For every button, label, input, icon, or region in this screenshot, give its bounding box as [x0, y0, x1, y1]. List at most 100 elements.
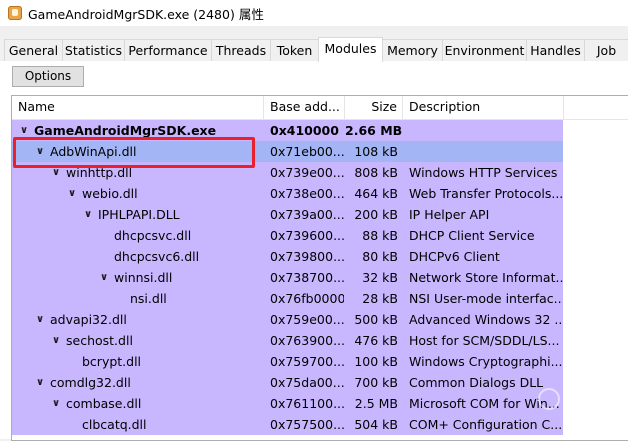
- module-name: GameAndroidMgrSDK.exe: [34, 123, 217, 138]
- module-base-address: 0x759e00...: [270, 312, 344, 327]
- table-row[interactable]: ∨ comdlg32.dll 0x75da00... 700 kB Common Dia…: [12, 372, 628, 393]
- tab-handles[interactable]: Handles: [526, 39, 585, 61]
- module-base-address: 0x71eb00...: [270, 144, 344, 159]
- chevron-down-icon[interactable]: ∨: [34, 309, 46, 330]
- module-description: DHCPv6 Client: [409, 249, 500, 264]
- table-row[interactable]: ∨ IPHLPAPI.DLL 0x739a00... 200 kB IP Helper …: [12, 204, 628, 225]
- tab-modules[interactable]: Modules: [318, 37, 383, 62]
- table-row[interactable]: dhcpcsvc6.dll 0x739800... 80 kB DHCPv6 Clie…: [12, 246, 628, 267]
- table-row[interactable]: ∨ winhttp.dll 0x739e00... 808 kB Windows HTT…: [12, 162, 628, 183]
- module-size: 88 kB: [362, 228, 398, 243]
- module-base-address: 0x757500...: [270, 417, 344, 432]
- table-row[interactable]: ∨ winnsi.dll 0x738700... 32 kB Network Store…: [12, 267, 628, 288]
- column-header-name[interactable]: Name: [12, 96, 263, 119]
- module-description: IP Helper API: [409, 207, 490, 222]
- module-name: clbcatq.dll: [82, 417, 147, 432]
- module-name: advapi32.dll: [50, 312, 127, 327]
- module-description: [409, 120, 563, 141]
- column-header-base-address[interactable]: Base add...: [264, 96, 344, 119]
- table-row[interactable]: clbcatq.dll 0x757500... 504 kB COM+ Configu…: [12, 414, 628, 435]
- module-size: 476 kB: [354, 333, 398, 348]
- module-base-address: 0x76fb0000: [270, 291, 344, 306]
- module-description: Windows HTTP Services: [409, 165, 558, 180]
- tab-statistics[interactable]: Statistics: [62, 39, 125, 61]
- table-row[interactable]: bcrypt.dll 0x759700... 100 kB Windows Crypt…: [12, 351, 628, 372]
- tab-general[interactable]: General: [4, 39, 63, 61]
- tab-token[interactable]: Token: [270, 39, 319, 61]
- column-divider[interactable]: [563, 96, 564, 119]
- tab-memory[interactable]: Memory: [382, 39, 443, 61]
- module-name: combase.dll: [66, 396, 142, 411]
- module-size: 28 kB: [362, 291, 398, 306]
- module-base-address: 0x739a00...: [270, 207, 344, 222]
- module-base-address: 0x738700...: [270, 270, 344, 285]
- module-size: 2.66 MB: [345, 123, 402, 138]
- modules-list[interactable]: Name Base add... Size Description ∨ GameA…: [11, 95, 628, 441]
- module-size: 700 kB: [354, 375, 398, 390]
- module-description: Advanced Windows 32 ...: [409, 312, 563, 327]
- column-header-size[interactable]: Size: [345, 96, 402, 119]
- module-size: 80 kB: [362, 249, 398, 264]
- module-name: winnsi.dll: [114, 270, 173, 285]
- module-size: 200 kB: [354, 207, 398, 222]
- module-base-address: 0x763900...: [270, 333, 344, 348]
- module-description: Windows Cryptographi...: [409, 354, 563, 369]
- module-size: 500 kB: [354, 312, 398, 327]
- title-bar: GameAndroidMgrSDK.exe (2480) 属性: [0, 0, 628, 26]
- module-description: NSI User-mode interfac...: [409, 291, 563, 306]
- module-name: sechost.dll: [66, 333, 133, 348]
- tab-job[interactable]: Job: [584, 39, 628, 61]
- tab-environment[interactable]: Environment: [442, 39, 527, 61]
- module-name: comdlg32.dll: [50, 375, 131, 390]
- chevron-down-icon[interactable]: ∨: [98, 267, 110, 288]
- module-name: winhttp.dll: [66, 165, 133, 180]
- column-header-description[interactable]: Description: [403, 96, 563, 119]
- chevron-down-icon[interactable]: ∨: [66, 183, 78, 204]
- chevron-down-icon[interactable]: ∨: [18, 120, 30, 141]
- window-title: GameAndroidMgrSDK.exe (2480) 属性: [28, 6, 264, 22]
- options-button[interactable]: Options: [12, 66, 84, 87]
- module-description: Network Store Informat...: [409, 270, 563, 285]
- module-name: dhcpcsvc6.dll: [114, 249, 200, 264]
- watermark-text: 看雪: [564, 389, 598, 409]
- module-name: IPHLPAPI.DLL: [98, 207, 180, 222]
- tab-threads[interactable]: Threads: [211, 39, 271, 61]
- table-row[interactable]: ∨ webio.dll 0x738e00... 464 kB Web Transfer …: [12, 183, 628, 204]
- chevron-down-icon[interactable]: ∨: [50, 393, 62, 414]
- module-base-address: 0x738e00...: [270, 186, 344, 201]
- module-base-address: 0x75da00...: [270, 375, 344, 390]
- watermark-logo-icon: [538, 388, 560, 410]
- chevron-down-icon[interactable]: ∨: [50, 330, 62, 351]
- table-row[interactable]: dhcpcsvc.dll 0x739600... 88 kB DHCP Client …: [12, 225, 628, 246]
- tab-strip: General Statistics Performance Threads Token…: [0, 37, 628, 62]
- tab-performance[interactable]: Performance: [124, 39, 212, 61]
- watermark: 看雪: [538, 384, 624, 414]
- module-base-address: 0x739e00...: [270, 165, 344, 180]
- module-base-address: 0x759700...: [270, 354, 344, 369]
- module-size: 464 kB: [354, 186, 398, 201]
- table-row[interactable]: ∨ combase.dll 0x761100... 2.5 MB Microsoft C…: [12, 393, 628, 414]
- module-name: nsi.dll: [130, 291, 167, 306]
- table-row[interactable]: nsi.dll 0x76fb0000 28 kB NSI User-mode inte…: [12, 288, 628, 309]
- table-row[interactable]: ∨ GameAndroidMgrSDK.exe 0x410000 2.66 MB: [12, 120, 628, 141]
- module-size: 108 kB: [354, 144, 398, 159]
- table-row[interactable]: ∨ sechost.dll 0x763900... 476 kB Host for SC…: [12, 330, 628, 351]
- module-name: bcrypt.dll: [82, 354, 142, 369]
- module-base-address: 0x739600...: [270, 228, 344, 243]
- table-row[interactable]: ∨ advapi32.dll 0x759e00... 500 kB Advanced W…: [12, 309, 628, 330]
- module-name: webio.dll: [82, 186, 138, 201]
- module-size: 100 kB: [354, 354, 398, 369]
- table-row[interactable]: ∨ AdbWinApi.dll 0x71eb00... 108 kB: [12, 141, 628, 162]
- module-size: 32 kB: [362, 270, 398, 285]
- chevron-down-icon[interactable]: ∨: [34, 372, 46, 393]
- module-size: 2.5 MB: [354, 396, 398, 411]
- modules-panel: Options Name Base add... Size Descriptio…: [0, 61, 628, 441]
- module-description: [409, 141, 563, 162]
- chevron-down-icon[interactable]: ∨: [34, 141, 46, 162]
- module-name: AdbWinApi.dll: [50, 144, 137, 159]
- list-header: Name Base add... Size Description: [12, 96, 628, 120]
- module-base-address: 0x410000: [270, 123, 339, 138]
- chevron-down-icon[interactable]: ∨: [50, 162, 62, 183]
- chevron-down-icon[interactable]: ∨: [82, 204, 94, 225]
- module-description: COM+ Configuration C...: [409, 417, 563, 432]
